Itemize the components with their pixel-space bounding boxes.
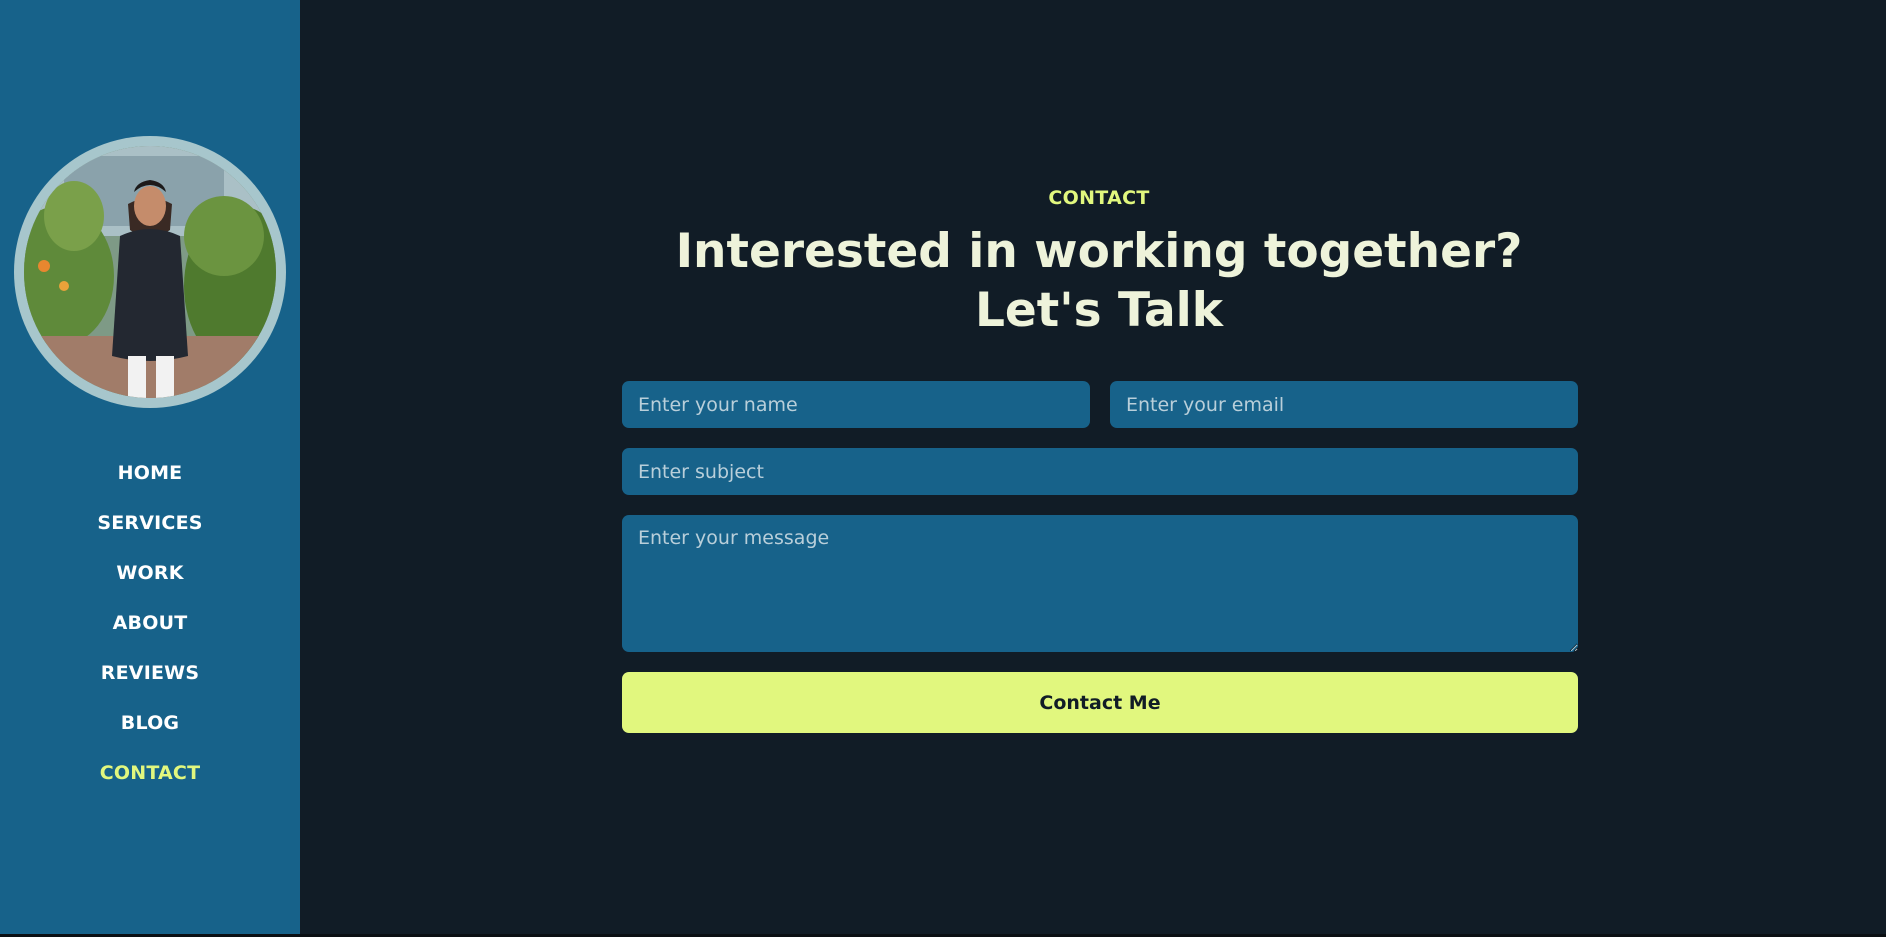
name-field[interactable] (622, 381, 1090, 428)
avatar[interactable] (24, 146, 276, 398)
nav-item-blog[interactable]: BLOG (0, 698, 300, 748)
nav-item-home[interactable]: HOME (0, 448, 300, 498)
nav-item-work[interactable]: WORK (0, 548, 300, 598)
message-field[interactable] (622, 515, 1578, 652)
nav-item-services[interactable]: SERVICES (0, 498, 300, 548)
email-field[interactable] (1110, 381, 1578, 428)
avatar-photo (24, 146, 276, 398)
nav-item-about[interactable]: ABOUT (0, 598, 300, 648)
avatar-ring (14, 136, 286, 408)
subject-field[interactable] (622, 448, 1578, 495)
contact-section: CONTACT Interested in working together? … (300, 0, 1886, 934)
section-label: CONTACT (1048, 187, 1150, 209)
page-title: Interested in working together? Let's Ta… (300, 222, 1886, 340)
headline-line-1: Interested in working together? (675, 224, 1523, 279)
sidebar-nav: HOME SERVICES WORK ABOUT REVIEWS BLOG CO… (0, 448, 300, 798)
contact-me-button[interactable]: Contact Me (622, 672, 1578, 733)
sidebar: HOME SERVICES WORK ABOUT REVIEWS BLOG CO… (0, 0, 300, 934)
nav-item-reviews[interactable]: REVIEWS (0, 648, 300, 698)
headline-line-2: Let's Talk (974, 283, 1224, 338)
nav-item-contact[interactable]: CONTACT (0, 748, 300, 798)
